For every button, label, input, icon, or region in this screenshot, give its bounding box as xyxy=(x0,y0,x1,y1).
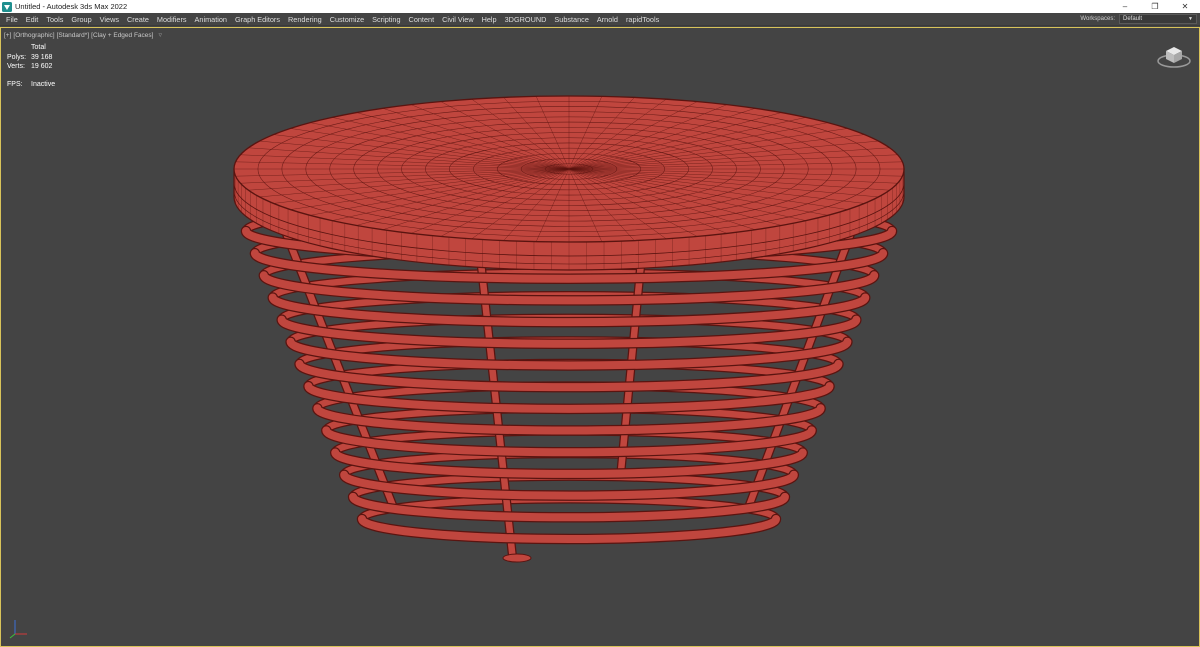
menu-item-help[interactable]: Help xyxy=(478,13,501,26)
viewport-point-of-view-menu[interactable]: [Orthographic] xyxy=(13,32,54,39)
menu-item-create[interactable]: Create xyxy=(123,13,153,26)
fps-label: FPS: xyxy=(7,81,23,88)
menu-bar: File Edit Tools Group Views Create Modifiers An… xyxy=(0,13,1200,26)
menu-list: File Edit Tools Group Views Create Modifiers An… xyxy=(0,13,663,26)
funnel-icon[interactable]: ▿ xyxy=(158,31,162,39)
menu-item-animation[interactable]: Animation xyxy=(191,13,231,26)
menu-item-edit[interactable]: Edit xyxy=(22,13,43,26)
restore-icon[interactable]: ❐ xyxy=(1140,0,1170,13)
app-window: Untitled - Autodesk 3ds Max 2022 – ❐ ✕ F… xyxy=(0,0,1200,647)
viewcube-icon[interactable] xyxy=(1156,41,1192,71)
fps-value: Inactive xyxy=(31,81,56,88)
perspective-viewport[interactable]: [+] [Orthographic] [Standard*] [Clay + E… xyxy=(0,27,1200,647)
verts-value: 19 602 xyxy=(31,63,53,70)
viewport-shading-menu[interactable]: [Clay + Edged Faces] xyxy=(91,32,153,39)
menu-item-modifiers[interactable]: Modifiers xyxy=(153,13,191,26)
3dsmax-logo-icon xyxy=(2,1,12,12)
minimize-icon[interactable]: – xyxy=(1110,0,1140,13)
menu-item-content[interactable]: Content xyxy=(405,13,439,26)
viewport-standard-menu[interactable]: [Standard*] xyxy=(57,32,90,39)
window-title: Untitled - Autodesk 3ds Max 2022 xyxy=(15,2,128,11)
menu-item-substance[interactable]: Substance xyxy=(550,13,592,26)
coffee-table-model[interactable] xyxy=(1,28,1199,646)
close-icon[interactable]: ✕ xyxy=(1170,0,1200,13)
polys-value: 39 168 xyxy=(31,53,53,61)
fps-readout: FPS: Inactive xyxy=(7,81,55,88)
workspace-label: Workspaces: xyxy=(1080,16,1115,22)
window-controls: – ❐ ✕ xyxy=(1110,0,1200,13)
polys-label: Polys: xyxy=(7,53,27,61)
chevron-down-icon: ▼ xyxy=(1188,16,1193,22)
axis-tripod-icon xyxy=(9,620,27,639)
workspace-dropdown[interactable]: Default ▼ xyxy=(1119,14,1197,24)
statistics-overlay: Total Polys: 39 168 Verts: 19 602 xyxy=(7,43,52,72)
viewport-label-menu: [+] [Orthographic] [Standard*] [Clay + E… xyxy=(4,31,162,40)
menu-item-graph-editors[interactable]: Graph Editors xyxy=(231,13,284,26)
workspace-switcher: Workspaces: Default ▼ xyxy=(1080,14,1197,24)
menu-item-tools[interactable]: Tools xyxy=(42,13,67,26)
menu-item-3dground[interactable]: 3DGROUND xyxy=(501,13,551,26)
menu-item-scripting[interactable]: Scripting xyxy=(368,13,404,26)
title-bar: Untitled - Autodesk 3ds Max 2022 – ❐ ✕ xyxy=(0,0,1200,13)
stats-polys-row: Polys: 39 168 xyxy=(7,53,52,63)
menu-item-rapidtools[interactable]: rapidTools xyxy=(622,13,663,26)
menu-item-rendering[interactable]: Rendering xyxy=(284,13,326,26)
menu-item-group[interactable]: Group xyxy=(67,13,95,26)
menu-item-file[interactable]: File xyxy=(2,13,22,26)
menu-item-customize[interactable]: Customize xyxy=(326,13,368,26)
workspace-value: Default xyxy=(1123,16,1143,22)
stats-header: Total xyxy=(31,44,46,51)
menu-item-views[interactable]: Views xyxy=(96,13,123,26)
viewport-general-menu[interactable]: [+] xyxy=(4,32,11,39)
menu-item-civil-view[interactable]: Civil View xyxy=(438,13,478,26)
leg-foot xyxy=(502,553,532,563)
verts-label: Verts: xyxy=(7,63,25,70)
menu-item-arnold[interactable]: Arnold xyxy=(593,13,622,26)
stats-verts-row: Verts: 19 602 xyxy=(7,62,52,72)
